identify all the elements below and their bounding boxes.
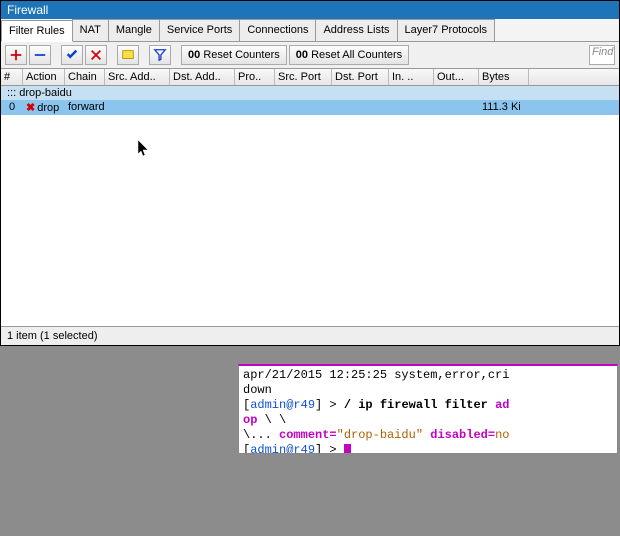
col-proto[interactable]: Pro..	[235, 69, 275, 85]
window-title: Firewall	[7, 3, 48, 17]
plus-icon	[9, 48, 23, 62]
column-headers: # Action Chain Src. Add.. Dst. Add.. Pro…	[1, 69, 619, 86]
terminal[interactable]: apr/21/2015 12:25:25 system,error,cri do…	[238, 364, 618, 454]
status-bar: 1 item (1 selected)	[1, 326, 619, 345]
cell-bytes: 111.3 Ki	[479, 100, 529, 115]
col-dst-port[interactable]: Dst. Port	[332, 69, 389, 85]
firewall-window: Firewall Filter Rules NAT Mangle Service…	[0, 0, 620, 346]
tab-connections[interactable]: Connections	[239, 19, 316, 41]
toolbar: 00 Reset Counters 00 Reset All Counters …	[1, 42, 619, 69]
cursor-icon	[344, 444, 351, 454]
col-out[interactable]: Out...	[434, 69, 479, 85]
titlebar: Firewall	[1, 1, 619, 19]
terminal-line: [admin@r49] > / ip firewall filter ad	[243, 398, 613, 413]
tab-layer7-protocols[interactable]: Layer7 Protocols	[397, 19, 496, 41]
rule-grid[interactable]: ::: drop-baidu 0 ✖drop forward 111.3 Ki	[1, 86, 619, 326]
col-chain[interactable]: Chain	[65, 69, 105, 85]
col-dst-addr[interactable]: Dst. Add..	[170, 69, 235, 85]
find-input[interactable]: Find	[589, 45, 615, 65]
col-action[interactable]: Action	[23, 69, 65, 85]
cell-num: 0	[1, 100, 23, 115]
tab-mangle[interactable]: Mangle	[108, 19, 160, 41]
minus-icon	[33, 48, 47, 62]
col-num[interactable]: #	[1, 69, 23, 85]
filter-button[interactable]	[149, 45, 171, 65]
disable-button[interactable]	[85, 45, 107, 65]
group-row[interactable]: ::: drop-baidu	[1, 86, 619, 100]
reset-counters-button[interactable]: 00 Reset Counters	[181, 45, 287, 65]
note-icon	[121, 48, 135, 62]
funnel-icon	[153, 48, 167, 62]
remove-button[interactable]	[29, 45, 51, 65]
add-button[interactable]	[5, 45, 27, 65]
tab-address-lists[interactable]: Address Lists	[315, 19, 397, 41]
col-bytes[interactable]: Bytes	[479, 69, 529, 85]
terminal-line: \... comment="drop-baidu" disabled=no	[243, 428, 613, 443]
cell-action: ✖drop	[23, 100, 65, 115]
col-in[interactable]: In. ..	[389, 69, 434, 85]
tab-nat[interactable]: NAT	[72, 19, 109, 41]
table-row[interactable]: 0 ✖drop forward 111.3 Ki	[1, 100, 619, 115]
terminal-line: apr/21/2015 12:25:25 system,error,cri	[243, 368, 613, 383]
terminal-line: [admin@r49] >	[243, 443, 613, 454]
comment-button[interactable]	[117, 45, 139, 65]
col-src-port[interactable]: Src. Port	[275, 69, 332, 85]
x-icon	[89, 48, 103, 62]
drop-icon: ✖	[26, 102, 35, 114]
terminal-line: down	[243, 383, 613, 398]
reset-all-counters-button[interactable]: 00 Reset All Counters	[289, 45, 409, 65]
terminal-line: op \ \	[243, 413, 613, 428]
check-icon	[65, 48, 79, 62]
col-src-addr[interactable]: Src. Add..	[105, 69, 170, 85]
cell-chain: forward	[65, 100, 105, 115]
tab-service-ports[interactable]: Service Ports	[159, 19, 240, 41]
enable-button[interactable]	[61, 45, 83, 65]
tab-filter-rules[interactable]: Filter Rules	[1, 20, 73, 42]
tab-bar: Filter Rules NAT Mangle Service Ports Co…	[1, 19, 619, 42]
